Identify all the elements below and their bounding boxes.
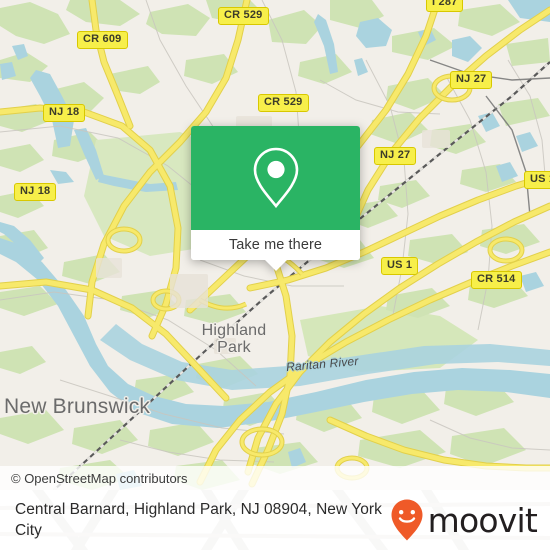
- map-pin-icon: [253, 147, 298, 209]
- moovit-map-screenshot: New Brunswick Highland Park Raritan Rive…: [0, 0, 550, 550]
- popup-tail: [264, 260, 287, 271]
- shield-nj-18-north[interactable]: NJ 18: [43, 104, 86, 122]
- take-me-there-button[interactable]: Take me there: [191, 230, 360, 260]
- map-attribution-bar: © OpenStreetMap contributors: [0, 466, 550, 490]
- moovit-logo[interactable]: moovit: [390, 498, 538, 542]
- location-popup[interactable]: Take me there: [191, 126, 360, 271]
- osm-attribution-text[interactable]: © OpenStreetMap contributors: [11, 471, 188, 486]
- moovit-wordmark: moovit: [427, 500, 538, 540]
- address-label: Central Barnard, Highland Park, NJ 08904…: [15, 501, 382, 539]
- map-canvas[interactable]: New Brunswick Highland Park Raritan Rive…: [0, 0, 550, 490]
- shield-nj-18-south[interactable]: NJ 18: [14, 183, 57, 201]
- shield-cr-514[interactable]: CR 514: [471, 271, 522, 289]
- shield-us-1-mid[interactable]: US 1: [381, 257, 419, 275]
- shield-nj-27-south[interactable]: NJ 27: [374, 147, 417, 165]
- shield-nj-27-north[interactable]: NJ 27: [450, 71, 493, 89]
- shield-cr-609[interactable]: CR 609: [77, 31, 128, 49]
- popup-header: [191, 126, 360, 230]
- shield-i-287[interactable]: I 287: [426, 0, 464, 12]
- popup-card[interactable]: Take me there: [191, 126, 360, 260]
- take-me-there-label: Take me there: [228, 237, 323, 253]
- shield-us-1-east[interactable]: US 1: [524, 171, 550, 189]
- shield-cr-529-mid[interactable]: CR 529: [258, 94, 309, 112]
- shield-cr-529-north[interactable]: CR 529: [218, 7, 269, 25]
- place-label-new-brunswick: New Brunswick: [4, 395, 151, 418]
- footer-bar: Central Barnard, Highland Park, NJ 08904…: [0, 490, 550, 550]
- moovit-pin-icon: [391, 499, 423, 541]
- place-label-highland-park: Highland Park: [201, 322, 267, 357]
